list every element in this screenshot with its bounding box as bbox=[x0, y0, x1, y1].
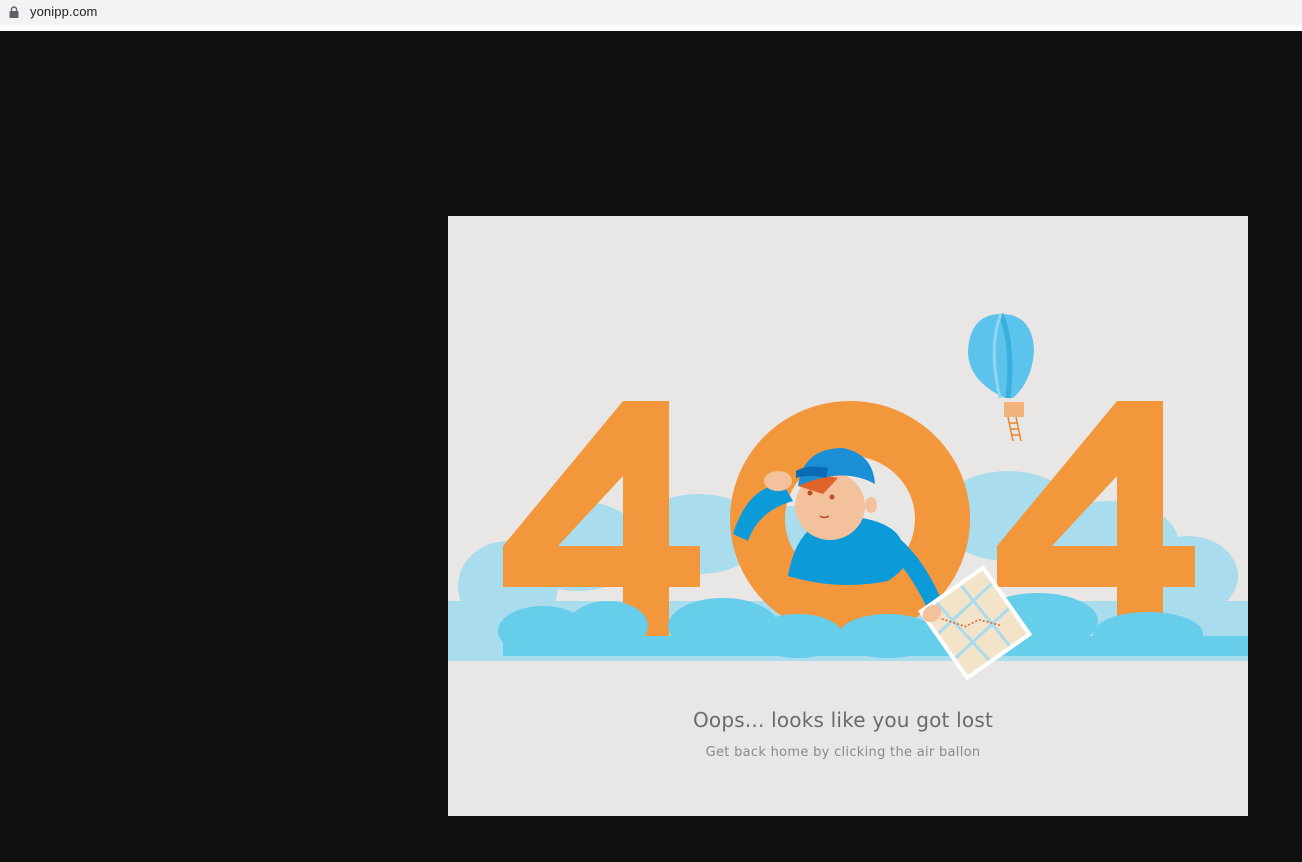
error-headline: Oops... looks like you got lost bbox=[692, 708, 994, 732]
url-text[interactable]: yonipp.com bbox=[30, 4, 97, 19]
digit-right-label: 4 bbox=[448, 216, 449, 217]
error-subline: Get back home by clicking the air ballon bbox=[705, 745, 981, 760]
address-bar[interactable]: yonipp.com bbox=[0, 0, 1302, 31]
lock-icon bbox=[9, 6, 19, 18]
error-card: 4 4 Oops... looks like you got lost Get … bbox=[448, 216, 1248, 816]
air-balloon-home-link[interactable] bbox=[968, 313, 1034, 442]
